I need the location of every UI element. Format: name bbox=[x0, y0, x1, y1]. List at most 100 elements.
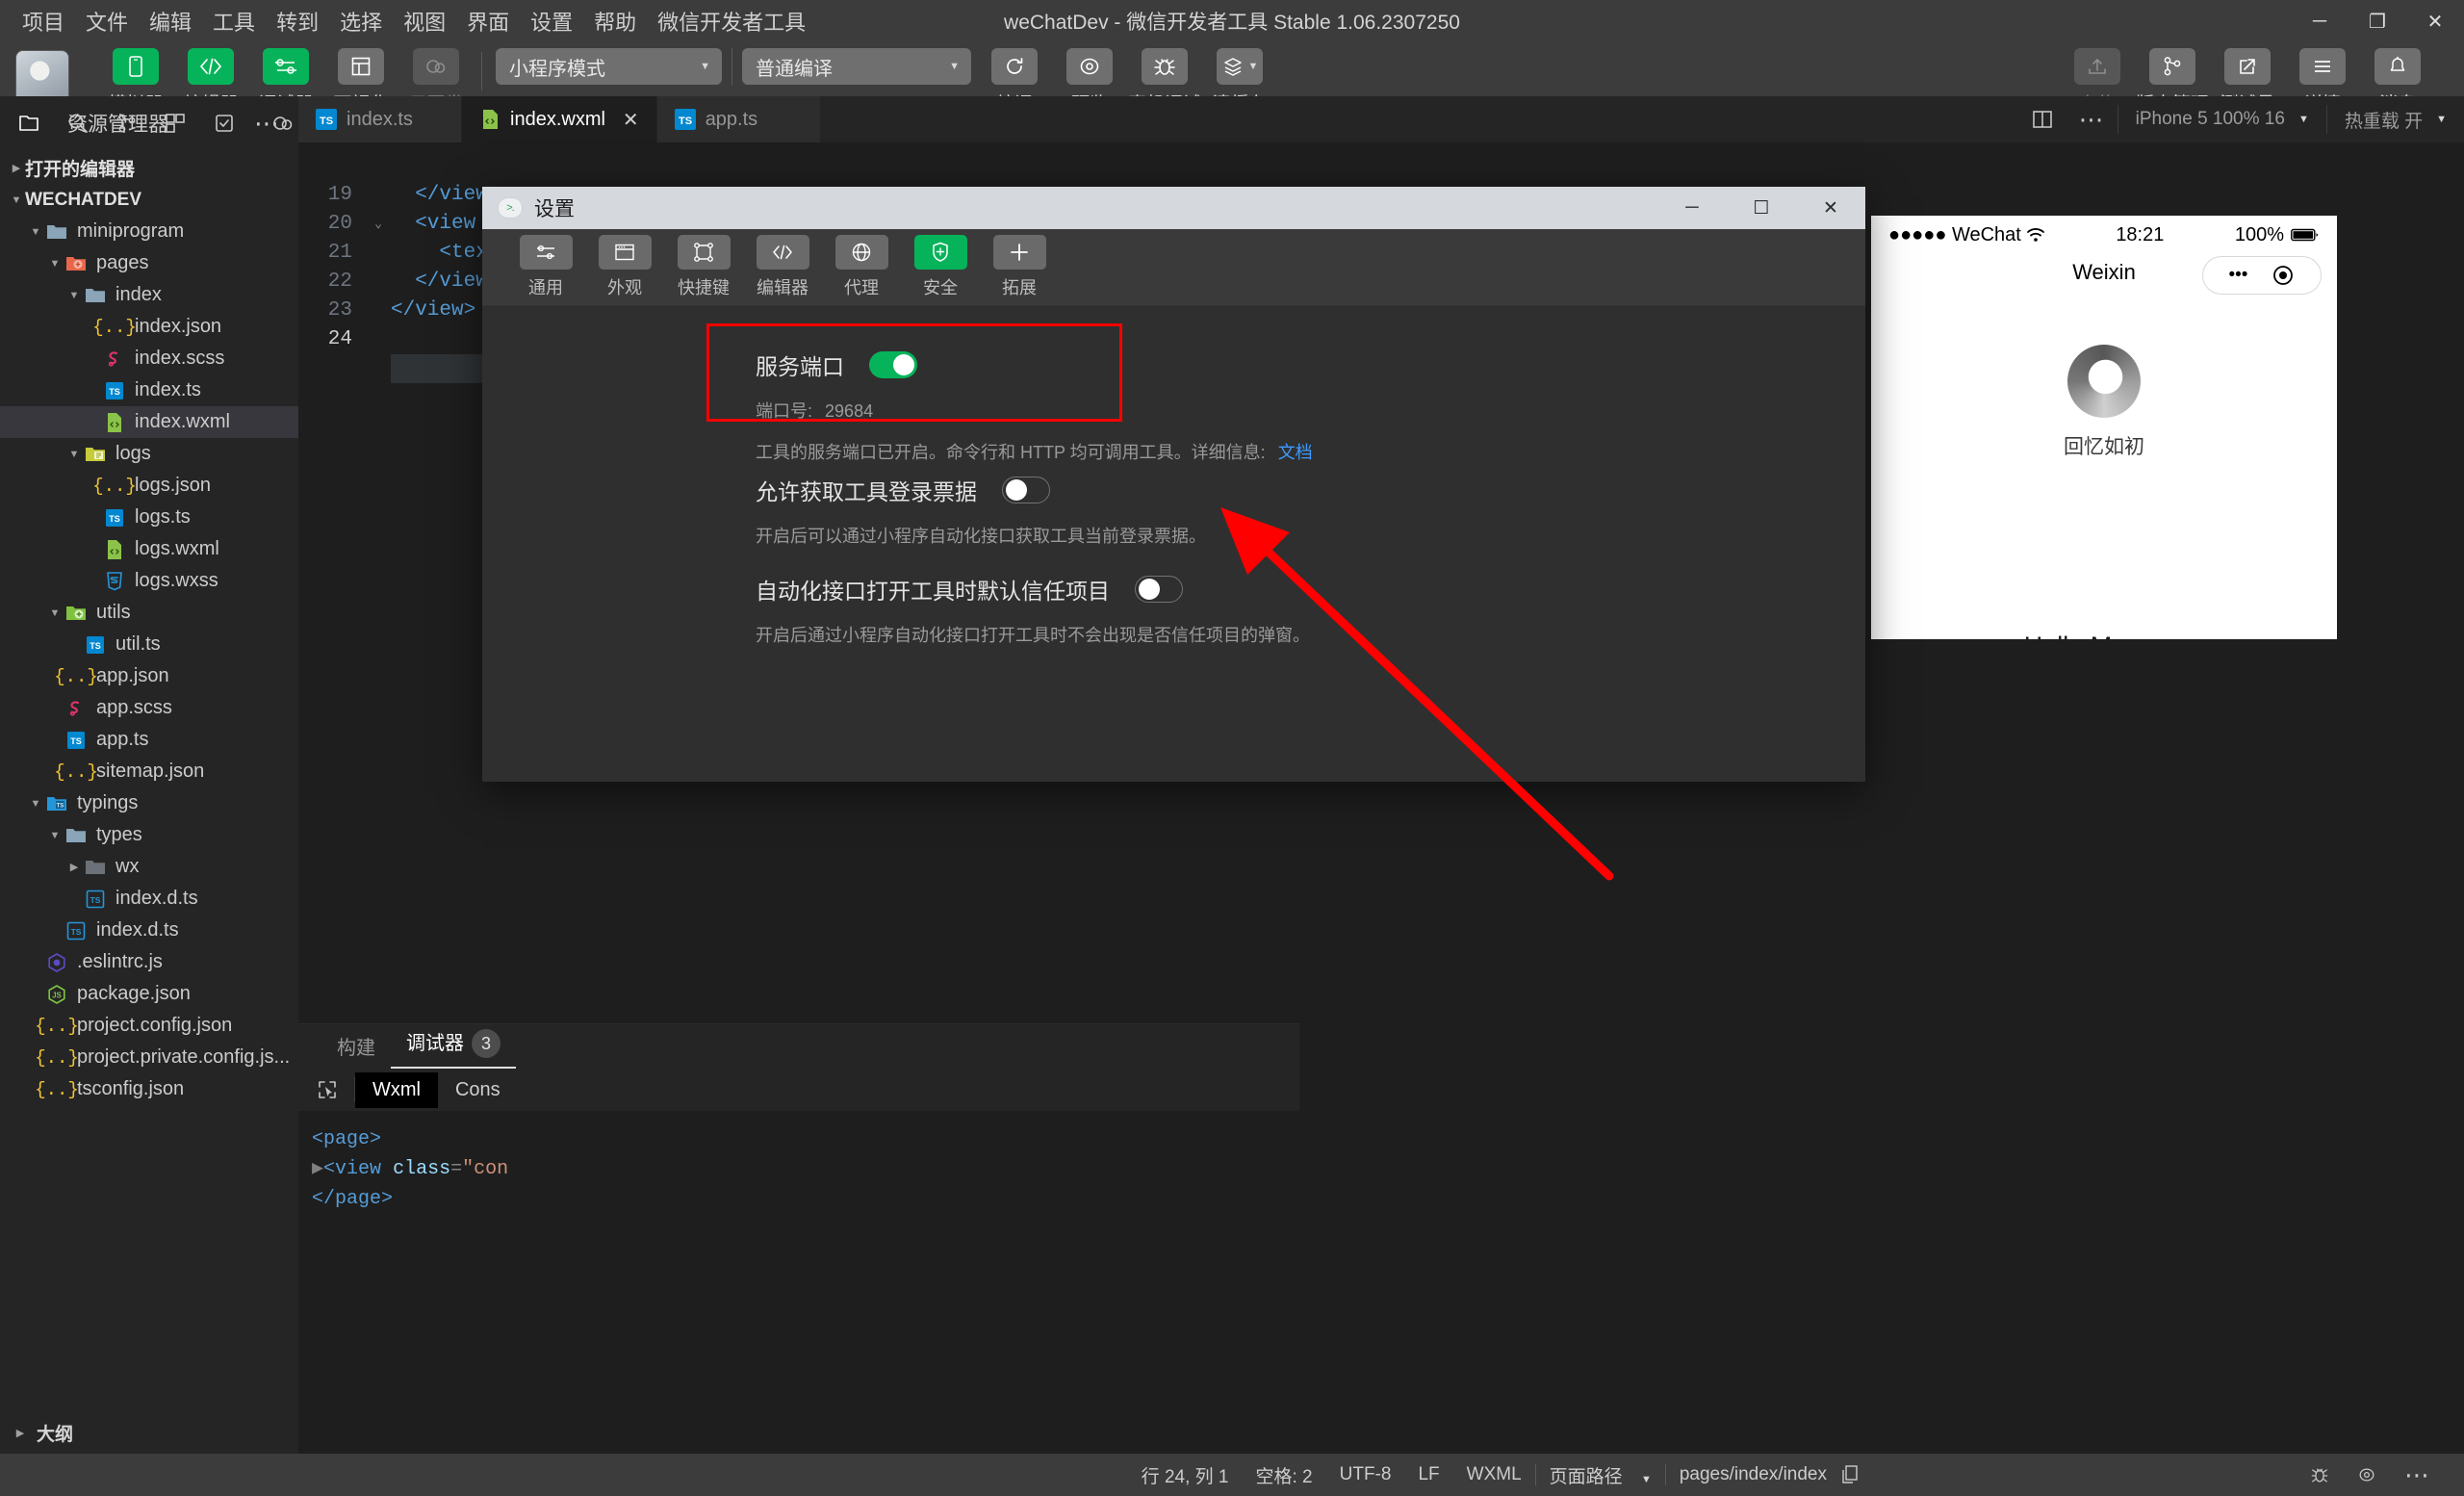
close-icon[interactable]: ✕ bbox=[623, 108, 639, 132]
chevron-down-icon[interactable]: ▼ bbox=[8, 194, 25, 206]
editor-more-icon[interactable]: ⋯ bbox=[2067, 96, 2118, 142]
tree-folder-3[interactable]: ▼ pages bbox=[0, 247, 298, 279]
tree-file-23[interactable]: · TS index.d.ts bbox=[0, 883, 298, 915]
page-path-selector[interactable]: 页面路径 ▼ bbox=[1536, 1462, 1665, 1488]
bottom-tab-build[interactable]: 构建 bbox=[321, 1032, 391, 1069]
chevron-down-icon[interactable]: ▼ bbox=[65, 449, 83, 460]
login-ticket-toggle[interactable] bbox=[1002, 477, 1050, 503]
wxml-node[interactable]: ▶<view class="con bbox=[312, 1154, 1299, 1184]
tree-file-26[interactable]: · JS package.json bbox=[0, 978, 298, 1010]
chevron-down-icon[interactable]: ▼ bbox=[65, 290, 83, 301]
menu-item-7[interactable]: 界面 bbox=[456, 1, 520, 41]
chevron-down-icon[interactable]: ▼ bbox=[27, 798, 44, 810]
tree-file-15[interactable]: · TS util.ts bbox=[0, 629, 298, 660]
close-button[interactable]: ✕ bbox=[2406, 0, 2464, 42]
editor-tab-index-wxml[interactable]: index.wxml ✕ bbox=[462, 96, 657, 142]
language-mode[interactable]: WXML bbox=[1453, 1464, 1535, 1485]
target-icon[interactable] bbox=[2272, 264, 2295, 287]
settings-tab-appearance[interactable]: 外观 bbox=[592, 235, 657, 299]
auto-trust-toggle[interactable] bbox=[1135, 576, 1183, 603]
bottom-subtab-wxml[interactable]: Wxml bbox=[355, 1071, 438, 1108]
settings-tab-security[interactable]: 安全 bbox=[908, 235, 973, 299]
chevron-right-icon[interactable]: ▶ bbox=[8, 162, 25, 174]
extensions-icon[interactable] bbox=[160, 104, 192, 142]
encoding[interactable]: UTF-8 bbox=[1326, 1464, 1405, 1485]
chevron-down-icon[interactable]: ▼ bbox=[46, 258, 64, 270]
compile-select[interactable]: 普通编译 ▼ bbox=[742, 48, 971, 85]
settings-tab-extensions[interactable]: 拓展 bbox=[987, 235, 1052, 299]
tree-file-28[interactable]: ·{..}project.private.config.js... bbox=[0, 1042, 298, 1073]
chevron-down-icon[interactable]: ▼ bbox=[46, 830, 64, 841]
device-selector[interactable]: iPhone 5 100% 16 ▼ bbox=[2118, 96, 2326, 142]
tree-folder-9[interactable]: ▼ logs bbox=[0, 438, 298, 470]
menu-item-10[interactable]: 微信开发者工具 bbox=[647, 1, 816, 41]
tree-file-16[interactable]: ·{..}app.json bbox=[0, 660, 298, 692]
dialog-close-button[interactable]: ✕ bbox=[1796, 187, 1865, 229]
cursor-position[interactable]: 行 24, 列 1 bbox=[1128, 1462, 1243, 1488]
tree-file-11[interactable]: · TS logs.ts bbox=[0, 502, 298, 533]
tree-folder-21[interactable]: ▼ types bbox=[0, 819, 298, 851]
mode-select[interactable]: 小程序模式 ▼ bbox=[496, 48, 722, 85]
menu-bar[interactable]: 项目 文件 编辑 工具 转到 选择 视图 界面 设置 帮助 微信开发者工具 bbox=[0, 1, 816, 41]
menu-item-0[interactable]: 项目 bbox=[12, 1, 75, 41]
chevron-right-icon[interactable]: ▶ bbox=[65, 861, 83, 873]
tree-file-24[interactable]: · TS index.d.ts bbox=[0, 915, 298, 946]
tree-file-13[interactable]: · logs.wxss bbox=[0, 565, 298, 597]
settings-tab-proxy[interactable]: 代理 bbox=[829, 235, 894, 299]
maximize-button[interactable]: ❐ bbox=[2348, 0, 2406, 42]
fold-toggle[interactable]: ⌄ bbox=[366, 210, 391, 239]
tree-file-18[interactable]: · TS app.ts bbox=[0, 724, 298, 756]
dialog-minimize-button[interactable]: ─ bbox=[1657, 187, 1727, 229]
tree-file-29[interactable]: ·{..}tsconfig.json bbox=[0, 1073, 298, 1105]
tree-file-27[interactable]: ·{..}project.config.json bbox=[0, 1010, 298, 1042]
split-editor-icon[interactable] bbox=[2017, 96, 2067, 142]
bottom-tab-debugger[interactable]: 调试器 3 bbox=[391, 1027, 516, 1069]
service-port-toggle[interactable] bbox=[869, 351, 917, 378]
editor-tab-index-ts[interactable]: TS index.ts bbox=[298, 96, 462, 142]
more-icon[interactable]: ••• bbox=[2229, 265, 2248, 286]
tree-folder-4[interactable]: ▼ index bbox=[0, 279, 298, 311]
settings-tab-editor[interactable]: 编辑器 bbox=[750, 235, 815, 299]
menu-item-8[interactable]: 设置 bbox=[520, 1, 583, 41]
chevron-down-icon[interactable]: ▼ bbox=[27, 226, 44, 238]
wxml-tree-view[interactable]: <page> ▶<view class="con </page> bbox=[298, 1111, 1299, 1214]
menu-item-4[interactable]: 转到 bbox=[266, 1, 329, 41]
dialog-maximize-button[interactable]: ☐ bbox=[1727, 187, 1796, 229]
capsule-button[interactable]: ••• bbox=[2202, 256, 2322, 295]
settings-tab-shortcuts[interactable]: 快捷键 bbox=[671, 235, 736, 299]
tree-folder-2[interactable]: ▼ miniprogram bbox=[0, 216, 298, 247]
bottom-subtab-console[interactable]: Cons bbox=[438, 1072, 518, 1108]
test-icon[interactable] bbox=[209, 104, 241, 142]
menu-item-2[interactable]: 编辑 bbox=[139, 1, 202, 41]
cloud-storage-icon[interactable] bbox=[267, 104, 298, 142]
tree-file-12[interactable]: · logs.wxml bbox=[0, 533, 298, 565]
eol-setting[interactable]: LF bbox=[1404, 1464, 1452, 1485]
tree-folder-14[interactable]: ▼ utils bbox=[0, 597, 298, 629]
source-control-icon[interactable] bbox=[111, 104, 142, 142]
tree-section-0[interactable]: ▶ 打开的编辑器 bbox=[0, 152, 298, 184]
minimize-button[interactable]: ─ bbox=[2291, 0, 2348, 42]
copy-icon[interactable] bbox=[1840, 1464, 1873, 1485]
tree-folder-22[interactable]: ▶ wx bbox=[0, 851, 298, 883]
chevron-down-icon[interactable]: ▼ bbox=[46, 607, 64, 619]
menu-item-6[interactable]: 视图 bbox=[393, 1, 456, 41]
menu-item-1[interactable]: 文件 bbox=[75, 1, 139, 41]
bug-icon[interactable] bbox=[2297, 1464, 2343, 1485]
menu-item-5[interactable]: 选择 bbox=[329, 1, 393, 41]
search-icon[interactable] bbox=[63, 104, 94, 142]
element-picker-icon[interactable] bbox=[316, 1078, 354, 1101]
tree-file-17[interactable]: · app.scss bbox=[0, 692, 298, 724]
indent-setting[interactable]: 空格: 2 bbox=[1243, 1462, 1326, 1488]
file-tree[interactable]: ▶ 打开的编辑器 ▼ WECHATDEV ▼ miniprogram ▼ pages ▼ inde… bbox=[0, 150, 298, 1105]
doc-link[interactable]: 文档 bbox=[1278, 443, 1313, 462]
tree-file-19[interactable]: ·{..}sitemap.json bbox=[0, 756, 298, 787]
outline-section[interactable]: ▶ 大纲 bbox=[0, 1411, 298, 1454]
menu-item-9[interactable]: 帮助 bbox=[583, 1, 647, 41]
settings-tab-general[interactable]: 通用 bbox=[513, 235, 578, 299]
tree-section-1[interactable]: ▼ WECHATDEV bbox=[0, 184, 298, 216]
tree-file-7[interactable]: · TS index.ts bbox=[0, 374, 298, 406]
hot-reload-selector[interactable]: 热重载 开 ▼ bbox=[2327, 96, 2464, 142]
tree-file-25[interactable]: · .eslintrc.js bbox=[0, 946, 298, 978]
tree-file-5[interactable]: ·{..}index.json bbox=[0, 311, 298, 343]
editor-tab-app-ts[interactable]: TS app.ts bbox=[656, 96, 821, 142]
